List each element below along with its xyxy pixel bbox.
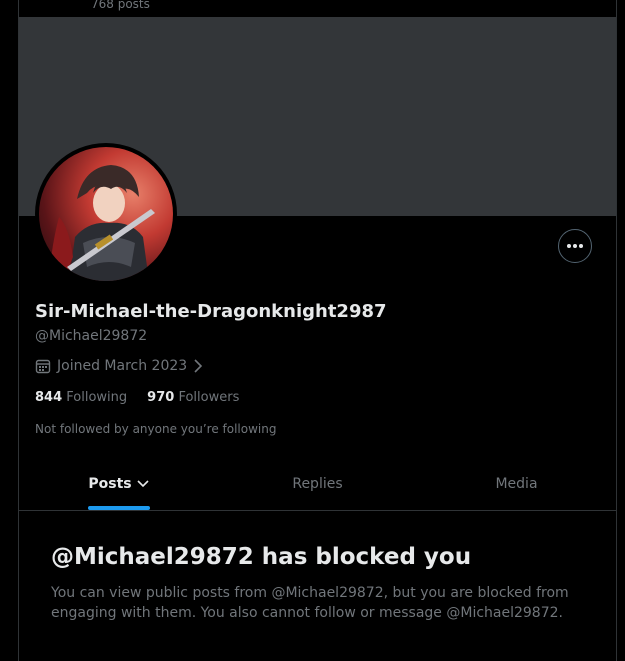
following-link[interactable]: 844 Following [35,390,127,405]
calendar-icon [35,359,51,374]
profile-column: 768 posts Sir-Michael-the-Dragonknight29… [18,0,617,661]
following-count: 844 [35,390,63,405]
not-followed-note: Not followed by anyone you’re following [35,422,277,436]
username-handle: @Michael29872 [35,328,148,344]
chevron-down-icon [137,480,149,488]
profile-avatar[interactable] [35,143,177,285]
post-count: 768 posts [91,0,150,11]
following-label: Following [66,390,128,405]
joined-date[interactable]: Joined March 2023 [35,358,203,374]
tab-media-label: Media [495,476,538,492]
profile-header-bar: 768 posts [19,0,616,17]
follow-stats: 844 Following 970 Followers [35,390,239,405]
chevron-right-icon [194,359,203,373]
tab-posts-label: Posts [88,476,132,492]
blocked-title: @Michael29872 has blocked you [51,544,472,570]
followers-label: Followers [178,390,240,405]
followers-count: 970 [147,390,175,405]
profile-tabs: Posts Replies Media [19,458,616,511]
avatar-image [39,147,173,281]
more-options-button[interactable] [558,229,592,263]
active-tab-indicator [87,506,150,510]
tab-posts[interactable]: Posts [19,458,218,510]
tab-media[interactable]: Media [417,458,616,510]
more-horizontal-icon [567,244,583,248]
followers-link[interactable]: 970 Followers [147,390,239,405]
tab-replies-label: Replies [292,476,343,492]
blocked-message: You can view public posts from @Michael2… [51,585,569,621]
display-name: Sir-Michael-the-Dragonknight2987 [35,301,387,322]
joined-label: Joined March 2023 [57,358,188,374]
tab-replies[interactable]: Replies [218,458,417,510]
